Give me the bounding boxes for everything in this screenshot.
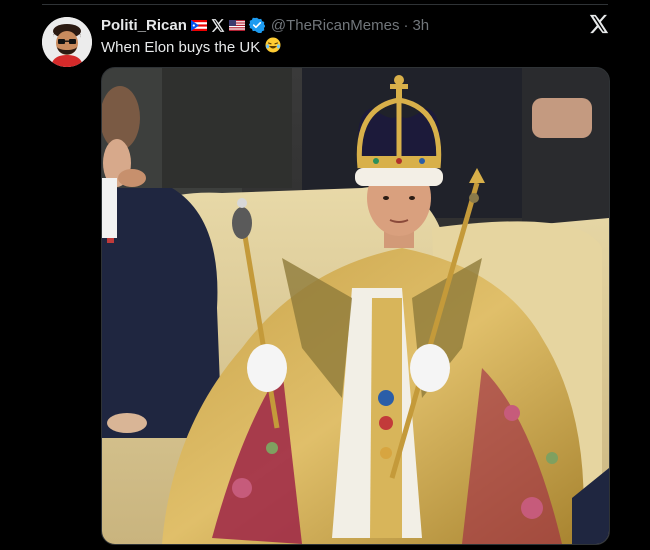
display-name[interactable]: Politi_Rican <box>101 17 187 34</box>
tweet-text-row: When Elon buys the UK <box>101 37 281 57</box>
separator-dot: · <box>403 16 409 34</box>
tweet-header: Politi_Rican @TheRicanMemes · 3h <box>101 15 429 35</box>
x-logo-icon <box>211 18 225 32</box>
avatar-image <box>42 17 92 67</box>
laughing-face-emoji-icon <box>265 37 281 57</box>
us-flag-icon <box>228 19 245 31</box>
x-logo-icon[interactable] <box>589 14 609 34</box>
tweet-text: When Elon buys the UK <box>101 38 261 56</box>
timestamp[interactable]: 3h <box>412 17 429 34</box>
tweet-media[interactable] <box>101 67 610 545</box>
top-divider <box>42 4 608 5</box>
verified-badge-icon <box>248 17 265 33</box>
puerto-rico-flag-icon <box>190 19 207 31</box>
avatar[interactable] <box>42 17 92 67</box>
user-handle[interactable]: @TheRicanMemes <box>271 17 400 34</box>
coronation-photo <box>102 68 609 544</box>
